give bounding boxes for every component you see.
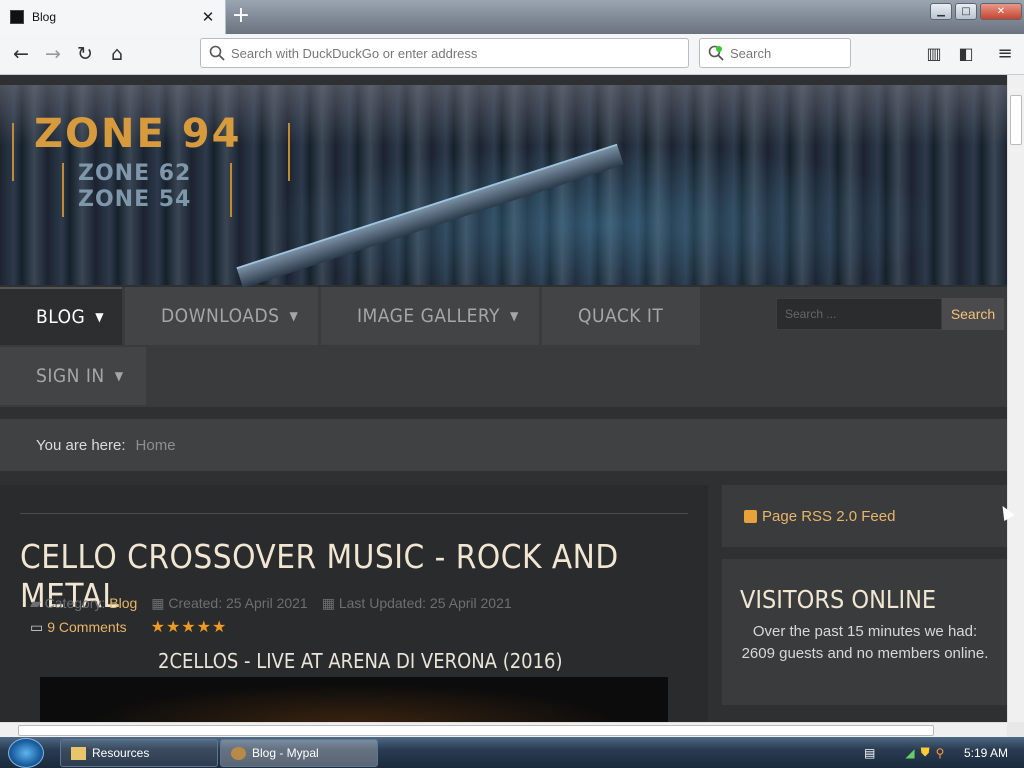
tab-strip: Blog ✕ + ▁ □ ✕ — [0, 0, 1024, 34]
rating-stars[interactable]: ★★★★★ — [151, 617, 228, 637]
site-search-button[interactable]: Search — [942, 298, 1004, 330]
browser-search-box[interactable]: Search — [699, 38, 851, 68]
visitors-online-module: VISITORS ONLINE Over the past 15 minutes… — [722, 559, 1007, 705]
vertical-scrollbar[interactable] — [1007, 75, 1024, 722]
search-icon — [209, 45, 225, 61]
clock[interactable]: 5:19 AM — [964, 746, 1008, 760]
folder-icon — [71, 746, 86, 760]
calendar-icon: ▦ — [151, 595, 169, 611]
library-icon[interactable]: ▥ — [919, 39, 949, 69]
caret-down-icon: ▼ — [289, 309, 299, 323]
site-favicon-icon — [10, 10, 24, 24]
back-icon[interactable]: ← — [6, 39, 36, 69]
video-title: 2CELLOS - LIVE AT ARENA DI VERONA (2016) — [158, 649, 563, 673]
menu-item-label: SIGN IN — [36, 365, 105, 387]
system-tray: ▤ ◢ ⛊ ⚲ 5:19 AM — [860, 737, 1024, 768]
menu-item-sign-in[interactable]: SIGN IN ▼ — [0, 347, 146, 405]
new-tab-button[interactable]: + — [228, 3, 254, 31]
taskbar: Resources Blog - Mypal ▤ ◢ ⛊ ⚲ 5:19 AM — [0, 737, 1024, 768]
tab-blog[interactable]: Blog ✕ — [0, 0, 226, 34]
folder-icon: ▰ — [30, 595, 45, 611]
menu-item-image-gallery[interactable]: IMAGE GALLERY ▼ — [321, 287, 539, 345]
page-content: ZONE 94 ZONE 62 ZONE 54 BLOG ▼ DOWNLOADS ▼… — [0, 75, 1007, 722]
menu-item-label: QUACK IT — [578, 305, 664, 327]
visitors-title: VISITORS ONLINE — [740, 585, 937, 614]
visitors-text: Over the past 15 minutes we had: 2609 gu… — [741, 623, 989, 662]
comment-icon: ▭ — [30, 618, 44, 635]
video-player[interactable] — [40, 677, 668, 722]
logo-line3: ZONE 54 — [78, 187, 192, 212]
calendar-icon: ▦ — [321, 595, 339, 611]
menu-item-quack-it[interactable]: QUACK IT — [542, 287, 700, 345]
created-date: Created: 25 April 2021 — [168, 595, 308, 611]
menu-item-downloads[interactable]: DOWNLOADS ▼ — [125, 287, 318, 345]
monorail-graphic — [236, 143, 624, 289]
start-button[interactable] — [8, 738, 44, 768]
rss-icon — [744, 509, 757, 523]
rss-link[interactable]: Page RSS 2.0 Feed — [762, 508, 895, 525]
logo-main-text: ZONE 94 — [34, 111, 242, 157]
category-label: Category: — [44, 595, 106, 611]
taskbar-item-browser[interactable]: Blog - Mypal — [220, 739, 378, 767]
article-panel: CELLO CROSSOVER MUSIC - ROCK AND METAL ▰… — [0, 485, 708, 722]
updated-date: Last Updated: 25 April 2021 — [338, 595, 512, 611]
site-main-menu: BLOG ▼ DOWNLOADS ▼ IMAGE GALLERY ▼ QUACK IT… — [0, 287, 1007, 407]
menu-item-blog[interactable]: BLOG ▼ — [0, 287, 122, 345]
search-engine-icon — [708, 45, 724, 61]
category-link[interactable]: Blog — [109, 595, 137, 611]
maximize-button[interactable]: □ — [955, 3, 977, 20]
taskbar-item-label: Blog - Mypal — [252, 746, 319, 760]
minimize-button[interactable]: ▁ — [930, 3, 952, 20]
shield-icon[interactable]: ⛊ — [921, 745, 930, 760]
menu-item-label: IMAGE GALLERY — [357, 305, 500, 327]
article-meta: ▰ Category: Blog ▦ Created: 25 April 202… — [30, 595, 512, 612]
home-icon[interactable]: ⌂ — [102, 39, 132, 69]
browser-icon — [231, 746, 246, 760]
search-tray-icon[interactable]: ⚲ — [936, 746, 945, 760]
keyboard-icon[interactable]: ▤ — [864, 746, 875, 760]
reload-icon[interactable]: ↻ — [70, 39, 100, 69]
forward-icon[interactable]: → — [38, 39, 68, 69]
search-placeholder: Search — [730, 45, 772, 61]
taskbar-item-label: Resources — [92, 746, 150, 760]
comments-link[interactable]: 9 Comments — [47, 619, 126, 635]
scroll-thumb[interactable] — [1010, 95, 1022, 145]
browser-window: Blog ✕ + ▁ □ ✕ ← → ↻ ⌂ Search with DuckD… — [0, 0, 1024, 768]
caret-down-icon: ▼ — [114, 369, 124, 383]
horizontal-scrollbar[interactable] — [0, 722, 1007, 737]
site-logo[interactable]: ZONE 94 ZONE 62 ZONE 54 — [12, 111, 290, 223]
address-bar[interactable]: Search with DuckDuckGo or enter address — [200, 38, 689, 68]
menu-item-label: DOWNLOADS — [161, 305, 280, 327]
logo-line2: ZONE 62 — [78, 161, 192, 186]
menu-icon[interactable]: ≡ — [990, 39, 1020, 69]
close-tab-icon[interactable]: ✕ — [197, 8, 219, 26]
address-placeholder: Search with DuckDuckGo or enter address — [231, 45, 478, 61]
taskbar-item-resources[interactable]: Resources — [60, 739, 218, 767]
menu-item-label: BLOG — [36, 306, 86, 328]
divider — [20, 513, 688, 514]
caret-down-icon: ▼ — [95, 310, 105, 324]
breadcrumb-home-link[interactable]: Home — [136, 437, 176, 454]
site-search-input[interactable]: Search ... — [776, 298, 942, 330]
navigation-toolbar: ← → ↻ ⌂ Search with DuckDuckGo or enter … — [0, 34, 1024, 75]
site-banner: ZONE 94 ZONE 62 ZONE 54 — [0, 85, 1007, 289]
sidebar-icon[interactable]: ◧ — [951, 39, 981, 69]
site-search: Search ... Search — [776, 298, 1004, 330]
network-icon[interactable]: ◢ — [905, 746, 914, 760]
close-window-button[interactable]: ✕ — [980, 3, 1022, 20]
breadcrumb: You are here: Home — [0, 419, 1007, 471]
article-meta-secondary: ▭ 9 Comments ★★★★★ — [30, 617, 227, 637]
breadcrumb-prefix: You are here: — [36, 436, 126, 454]
scroll-thumb[interactable] — [18, 725, 934, 736]
tab-title: Blog — [32, 10, 57, 24]
caret-down-icon: ▼ — [510, 309, 519, 323]
rss-module: Page RSS 2.0 Feed — [722, 485, 1007, 547]
